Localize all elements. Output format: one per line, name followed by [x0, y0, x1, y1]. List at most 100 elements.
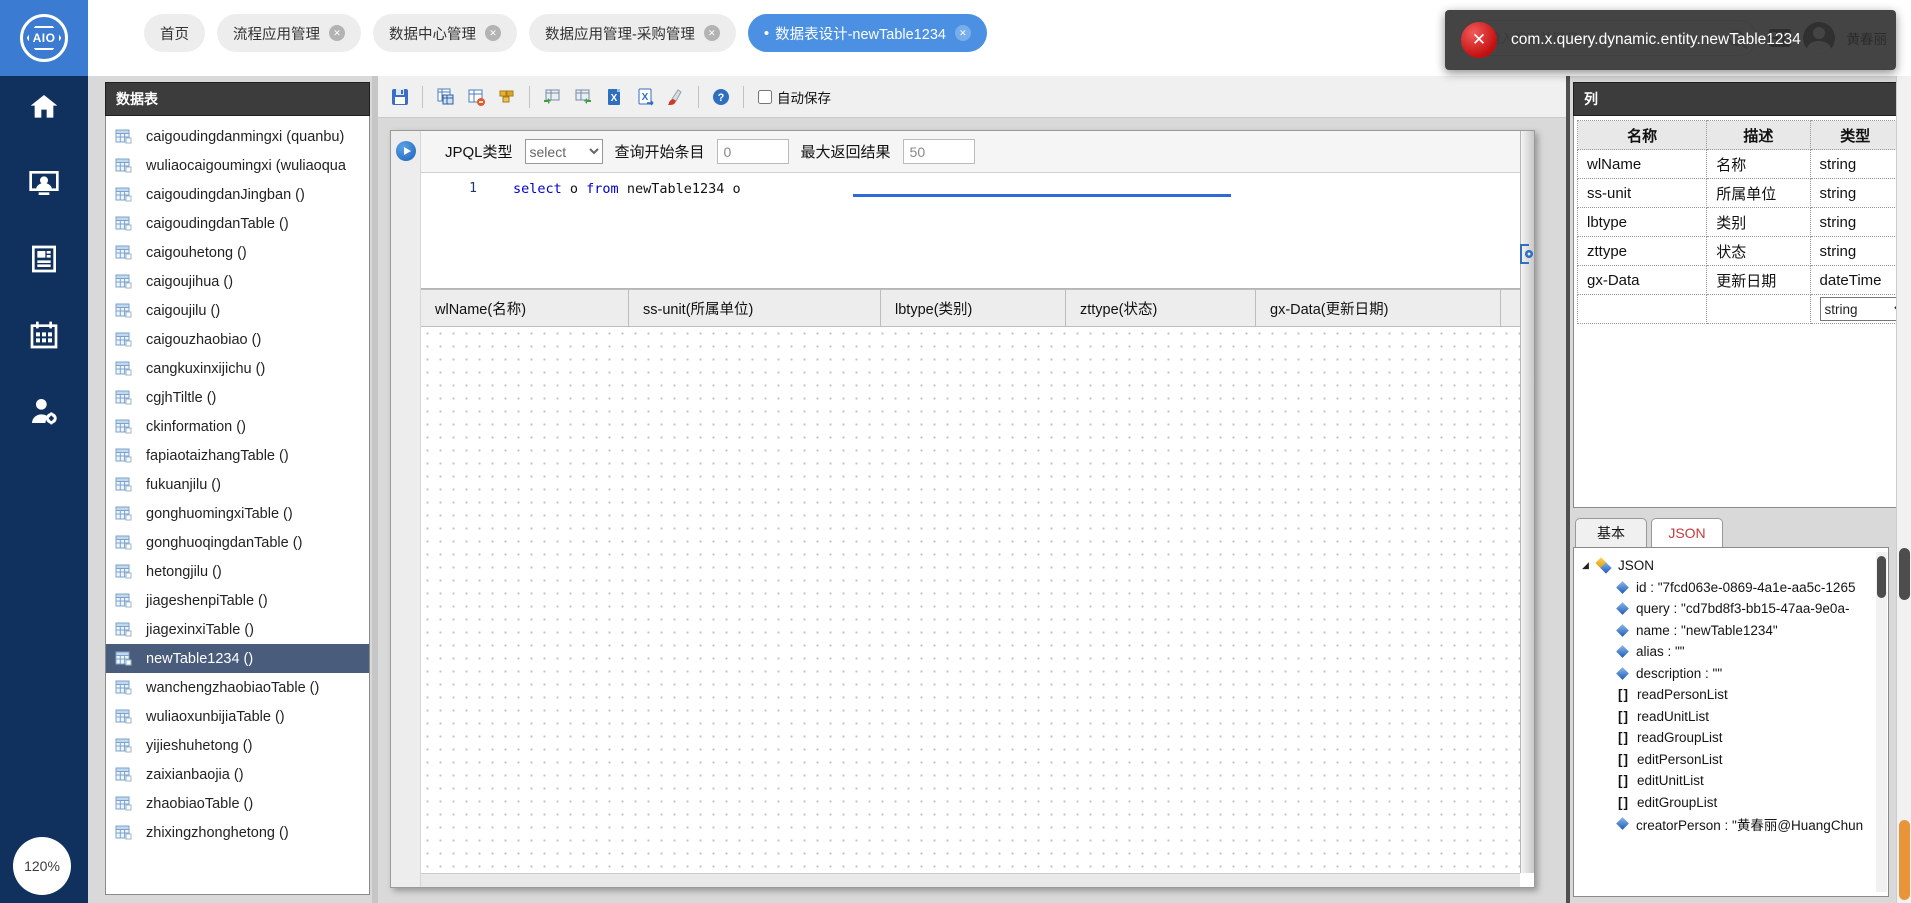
scrollbar-thumb[interactable]: [1899, 548, 1910, 600]
new-column-type-select[interactable]: string: [1819, 297, 1900, 321]
save-icon[interactable]: [388, 85, 412, 109]
user-settings-icon[interactable]: [27, 394, 61, 428]
grid-column-header[interactable]: wlName(名称): [421, 290, 629, 326]
table-tree-item[interactable]: cangkuxinxijichu (): [106, 354, 369, 383]
column-cell[interactable]: dateTime: [1809, 265, 1902, 295]
column-cell[interactable]: zttype: [1576, 236, 1708, 266]
tab-0[interactable]: 首页: [144, 14, 205, 52]
help-icon[interactable]: ?: [709, 85, 733, 109]
jpql-code-editor[interactable]: 1 select o from newTable1234 o: [421, 173, 1520, 289]
table-tree-item[interactable]: fukuanjilu (): [106, 470, 369, 499]
json-tree-node[interactable]: [] editUnitList: [1582, 770, 1888, 792]
table-tree-item[interactable]: zhixingzhonghetong (): [106, 818, 369, 847]
max-results-input[interactable]: [902, 139, 975, 164]
delete-table-icon[interactable]: [464, 85, 488, 109]
detail-tab-JSON[interactable]: JSON: [1651, 518, 1723, 547]
json-tree-node[interactable]: [] readPersonList: [1582, 684, 1888, 706]
tab-1[interactable]: 流程应用管理 ✕: [217, 14, 361, 52]
error-toast[interactable]: ✕ com.x.query.dynamic.entity.newTable123…: [1445, 10, 1896, 70]
table-tree-item[interactable]: zaixianbaojia (): [106, 760, 369, 789]
table-tree-item[interactable]: caigoudingdanJingban (): [106, 180, 369, 209]
table-tree-item[interactable]: wanchengzhaobiaoTable (): [106, 673, 369, 702]
scrollbar-thumb-highlighted[interactable]: [1899, 820, 1910, 900]
table-tree-item[interactable]: fapiaotaizhangTable (): [106, 441, 369, 470]
grid-column-header[interactable]: zttype(状态): [1066, 290, 1256, 326]
start-entry-input[interactable]: [716, 139, 789, 164]
column-cell[interactable]: lbtype: [1576, 207, 1708, 237]
copy-table-icon[interactable]: [433, 85, 457, 109]
tab-close-icon[interactable]: ✕: [703, 25, 720, 41]
panel-divider[interactable]: [372, 76, 378, 903]
tab-close-icon[interactable]: ✕: [485, 25, 501, 41]
card-horizontal-scrollbar[interactable]: [421, 873, 1520, 887]
grid-column-header[interactable]: lbtype(类别): [881, 290, 1066, 326]
json-tree-node[interactable]: description : "": [1582, 663, 1888, 685]
column-cell[interactable]: 名称: [1706, 149, 1811, 179]
json-root-row[interactable]: ◢ JSON: [1582, 555, 1888, 577]
column-config-icon[interactable]: [1516, 243, 1536, 265]
autosave-checkbox[interactable]: [758, 89, 772, 104]
news-icon[interactable]: [27, 242, 61, 276]
tab-4[interactable]: • 数据表设计-newTable1234 ✕: [747, 14, 987, 52]
table-tree-item[interactable]: newTable1234 (): [106, 644, 369, 673]
json-panel-scrollbar[interactable]: [1876, 552, 1887, 892]
excel-import-icon[interactable]: X: [602, 85, 626, 109]
table-tree-item[interactable]: wuliaocaigoumingxi (wuliaoqua: [106, 151, 369, 180]
table-tree-item[interactable]: caigoujihua (): [106, 267, 369, 296]
result-grid-body[interactable]: [421, 327, 1520, 873]
json-tree-node[interactable]: query : "cd7bd8f3-bb15-47aa-9e0a-: [1582, 598, 1888, 620]
json-tree-node[interactable]: [] readGroupList: [1582, 727, 1888, 749]
table-tree-item[interactable]: jiagexinxiTable (): [106, 615, 369, 644]
table-tree-item[interactable]: ckinformation (): [106, 412, 369, 441]
app-logo[interactable]: AIO: [0, 0, 88, 76]
column-cell[interactable]: string: [1809, 178, 1902, 208]
table-tree-item[interactable]: jiageshenpiTable (): [106, 586, 369, 615]
json-tree-node[interactable]: creatorPerson : "黄春丽@HuangChun: [1582, 813, 1888, 835]
user-monitor-icon[interactable]: [27, 166, 61, 200]
excel-export-icon[interactable]: X: [633, 85, 657, 109]
table-tree-item[interactable]: caigoudingdanmingxi (quanbu): [106, 122, 369, 151]
column-cell[interactable]: string: [1809, 207, 1902, 237]
detail-tab-基本[interactable]: 基本: [1575, 518, 1647, 547]
column-cell[interactable]: 状态: [1706, 236, 1811, 266]
column-cell[interactable]: gx-Data: [1576, 265, 1708, 295]
table-tree-item[interactable]: caigoujilu (): [106, 296, 369, 325]
bricks-icon[interactable]: [495, 85, 519, 109]
calendar-icon[interactable]: [27, 318, 61, 352]
table-tree-item[interactable]: yijieshuhetong (): [106, 731, 369, 760]
column-cell[interactable]: string: [1809, 149, 1902, 179]
table-tree-item[interactable]: caigoudingdanTable (): [106, 209, 369, 238]
json-tree-node[interactable]: [] editGroupList: [1582, 792, 1888, 814]
tab-3[interactable]: 数据应用管理-采购管理 ✕: [529, 14, 736, 52]
home-icon[interactable]: [27, 90, 61, 124]
grid-column-header[interactable]: ss-unit(所属单位): [629, 290, 881, 326]
window-scrollbar[interactable]: [1896, 76, 1911, 903]
grid-column-header[interactable]: gx-Data(更新日期): [1256, 290, 1501, 326]
column-cell[interactable]: 更新日期: [1706, 265, 1811, 295]
table-tree-item[interactable]: caigouzhaobiao (): [106, 325, 369, 354]
clean-icon[interactable]: [664, 85, 688, 109]
zoom-level-badge[interactable]: 120%: [13, 837, 71, 895]
collapse-caret-icon[interactable]: ◢: [1582, 560, 1596, 571]
json-tree-node[interactable]: [] readUnitList: [1582, 706, 1888, 728]
table-tree-item[interactable]: caigouhetong (): [106, 238, 369, 267]
import-table-icon[interactable]: [540, 85, 564, 109]
tab-close-icon[interactable]: ✕: [954, 25, 971, 41]
jpql-type-select[interactable]: select: [524, 139, 603, 164]
run-query-button[interactable]: [396, 141, 416, 161]
column-cell[interactable]: 类别: [1706, 207, 1811, 237]
json-tree-node[interactable]: id : "7fcd063e-0869-4a1e-aa5c-1265: [1582, 577, 1888, 599]
table-tree-item[interactable]: gonghuomingxiTable (): [106, 499, 369, 528]
column-cell[interactable]: wlName: [1576, 149, 1708, 179]
column-cell[interactable]: 所属单位: [1706, 178, 1811, 208]
table-tree-item[interactable]: wuliaoxunbijiaTable (): [106, 702, 369, 731]
table-tree-item[interactable]: gonghuoqingdanTable (): [106, 528, 369, 557]
column-cell[interactable]: ss-unit: [1576, 178, 1708, 208]
tab-2[interactable]: 数据中心管理 ✕: [373, 14, 517, 52]
tab-close-icon[interactable]: ✕: [329, 25, 345, 41]
table-tree-item[interactable]: cgjhTiltle (): [106, 383, 369, 412]
table-tree-item[interactable]: hetongjilu (): [106, 557, 369, 586]
table-tree-item[interactable]: zhaobiaoTable (): [106, 789, 369, 818]
json-tree-node[interactable]: alias : "": [1582, 641, 1888, 663]
json-tree-node[interactable]: name : "newTable1234": [1582, 620, 1888, 642]
